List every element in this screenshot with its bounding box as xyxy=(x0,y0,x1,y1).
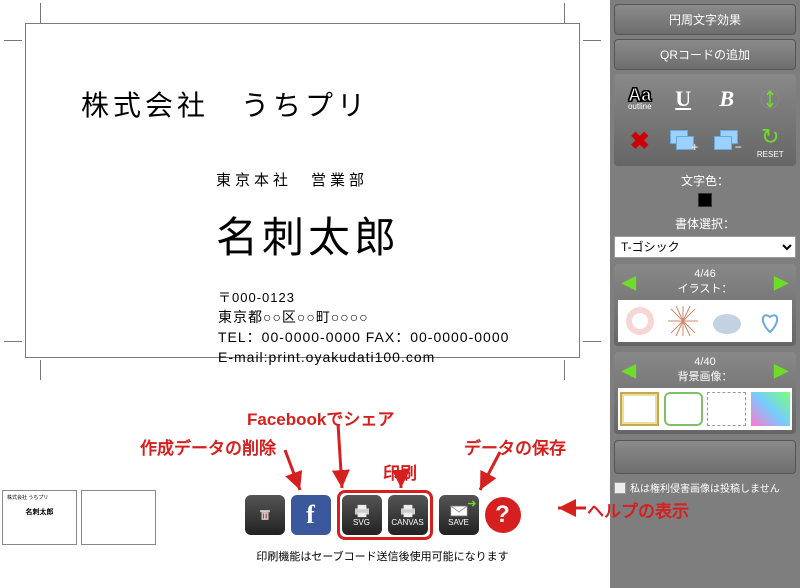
text-color-label: 文字色： xyxy=(614,172,796,189)
print-canvas-label: CANVAS xyxy=(391,518,423,527)
bg-label: 背景画像： xyxy=(678,368,733,384)
card-zip-text[interactable]: 〒000-0123 xyxy=(218,287,295,306)
page-thumbnails: 株式会社 うちプリ 名刺太郎 xyxy=(2,490,156,545)
save-data-button[interactable]: ➜ SAVE xyxy=(439,495,479,535)
page-thumb-1[interactable]: 株式会社 うちプリ 名刺太郎 xyxy=(2,490,77,545)
outline-label: outline xyxy=(628,102,652,111)
callout-facebook: Facebookでシェア xyxy=(247,405,394,430)
right-panel: 円周文字効果 QRコードの追加 Aa outline U B ✖ + − ↻ R… xyxy=(610,0,800,588)
text-rotate-tool[interactable] xyxy=(751,80,791,118)
card-address-text[interactable]: 東京都○○区○○町○○○○ xyxy=(218,307,369,327)
reset-label: RESET xyxy=(757,150,784,159)
text-color-swatch[interactable] xyxy=(698,193,712,207)
save-label: SAVE xyxy=(448,518,469,527)
bg-thumb-1[interactable] xyxy=(618,388,662,430)
illustration-browser: ◀ 4/46 イラスト： ▶ xyxy=(614,264,796,346)
bg-counter: 4/40 xyxy=(678,356,733,368)
font-select[interactable]: T-ゴシック xyxy=(614,236,796,258)
circular-text-button[interactable]: 円周文字効果 xyxy=(614,4,796,35)
card-name-text[interactable]: 名刺太郎 xyxy=(216,204,400,265)
add-qr-button[interactable]: QRコードの追加 xyxy=(614,39,796,70)
rights-checkbox-label: 私は権利侵害画像は投稿しません xyxy=(630,480,780,495)
rights-checkbox[interactable] xyxy=(614,482,626,494)
bottom-toolbar: f SVG CANVAS ➜ SAVE ? 印刷機能はセーブコード送信後使用可能… xyxy=(165,490,600,564)
unknown-bottom-button[interactable] xyxy=(614,440,796,474)
illust-next-button[interactable]: ▶ xyxy=(770,272,792,293)
bold-tool[interactable]: B xyxy=(707,80,747,118)
text-tool-grid: Aa outline U B ✖ + − ↻ RESET xyxy=(614,74,796,166)
illust-counter: 4/46 xyxy=(678,268,733,280)
illust-prev-button[interactable]: ◀ xyxy=(618,272,640,293)
card-frame[interactable]: 株式会社 うちプリ 東京本社 営業部 名刺太郎 〒000-0123 東京都○○区… xyxy=(25,23,580,358)
bg-prev-button[interactable]: ◀ xyxy=(618,360,640,381)
callout-delete: 作成データの削除 xyxy=(140,434,276,459)
bg-next-button[interactable]: ▶ xyxy=(770,360,792,381)
illust-thumb-3[interactable] xyxy=(705,300,749,342)
reset-tool[interactable]: ↻ RESET xyxy=(751,122,791,160)
help-button[interactable]: ? xyxy=(485,497,521,533)
illust-label: イラスト： xyxy=(678,280,733,296)
outline-tool[interactable]: Aa outline xyxy=(620,80,660,118)
underline-tool[interactable]: U xyxy=(664,80,704,118)
print-button-group: SVG CANVAS xyxy=(337,490,433,540)
print-svg-button[interactable]: SVG xyxy=(342,495,382,535)
background-browser: ◀ 4/40 背景画像： ▶ xyxy=(614,352,796,434)
callout-save: データの保存 xyxy=(464,434,566,459)
layer-front-tool[interactable]: + xyxy=(664,122,704,160)
toolbar-note: 印刷機能はセーブコード送信後使用可能になります xyxy=(165,548,600,564)
bg-thumb-3[interactable] xyxy=(705,388,749,430)
font-select-label: 書体選択： xyxy=(614,215,796,232)
illust-thumb-1[interactable] xyxy=(618,300,662,342)
illust-thumb-2[interactable] xyxy=(662,300,706,342)
delete-data-button[interactable] xyxy=(245,495,285,535)
page-thumb-2[interactable] xyxy=(81,490,156,545)
delete-element-tool[interactable]: ✖ xyxy=(620,122,660,160)
callout-print: 印刷 xyxy=(383,459,417,484)
card-tel-text[interactable]: TEL：00-0000-0000 FAX：00-0000-0000 xyxy=(218,327,509,347)
card-dept-text[interactable]: 東京本社 営業部 xyxy=(216,169,368,190)
canvas-area: 株式会社 うちプリ 東京本社 営業部 名刺太郎 〒000-0123 東京都○○区… xyxy=(0,0,600,390)
facebook-share-button[interactable]: f xyxy=(291,495,331,535)
layer-back-tool[interactable]: − xyxy=(707,122,747,160)
illust-thumb-4[interactable] xyxy=(749,300,793,342)
bg-thumb-2[interactable] xyxy=(662,388,706,430)
print-canvas-button[interactable]: CANVAS xyxy=(388,495,428,535)
print-svg-label: SVG xyxy=(353,518,370,527)
bg-thumb-4[interactable] xyxy=(749,388,793,430)
card-company-text[interactable]: 株式会社 うちプリ xyxy=(81,84,369,124)
card-mail-text[interactable]: E-mail:print.oyakudati100.com xyxy=(218,349,435,365)
